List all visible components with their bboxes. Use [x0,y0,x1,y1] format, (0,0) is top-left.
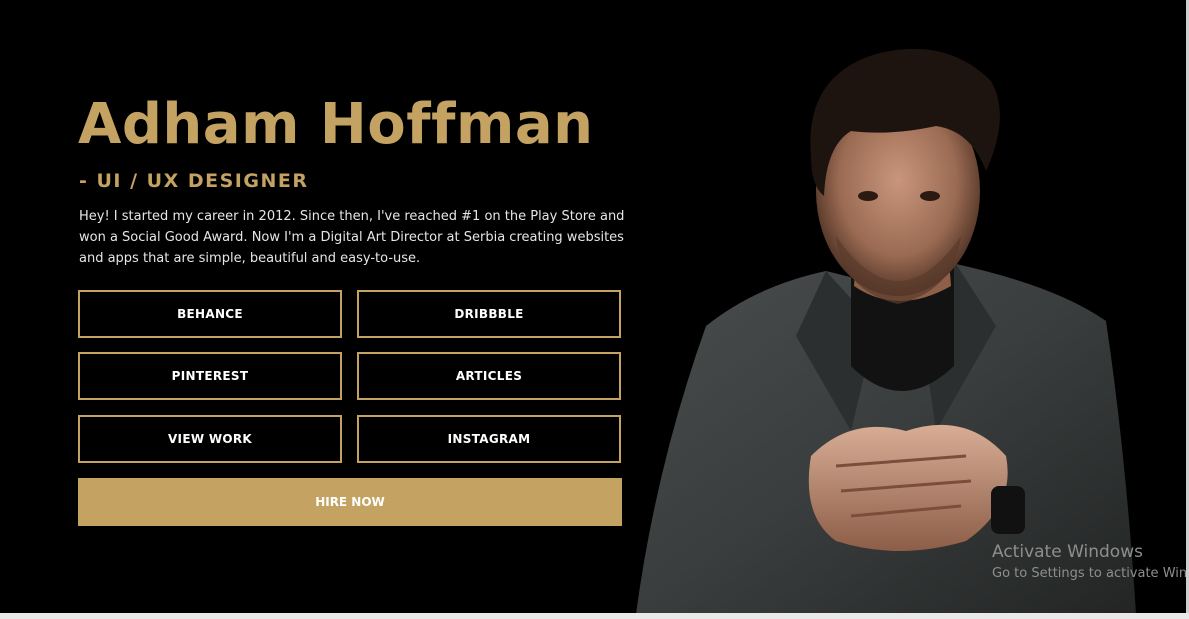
page-title: Adham Hoffman [78,92,594,157]
pinterest-button[interactable]: PINTEREST [78,352,342,400]
bottom-edge [0,613,1189,619]
watermark-title: Activate Windows [992,542,1143,562]
dribbble-button[interactable]: DRIBBBLE [357,290,621,338]
instagram-button[interactable]: INSTAGRAM [357,415,621,463]
page-background: Adham Hoffman - UI / UX DESIGNER Hey! I … [0,0,1189,619]
portrait-image [636,48,1136,614]
windows-activation-watermark: Activate Windows Go to Settings to activ… [992,542,1189,581]
job-title: - UI / UX DESIGNER [79,170,309,192]
bio-paragraph: Hey! I started my career in 2012. Since … [79,209,625,266]
hire-now-button[interactable]: HIRE NOW [78,478,622,526]
articles-button[interactable]: ARTICLES [357,352,621,400]
watermark-subtitle: Go to Settings to activate Windows. [992,566,1189,581]
behance-button[interactable]: BEHANCE [78,290,342,338]
view-work-button[interactable]: VIEW WORK [78,415,342,463]
